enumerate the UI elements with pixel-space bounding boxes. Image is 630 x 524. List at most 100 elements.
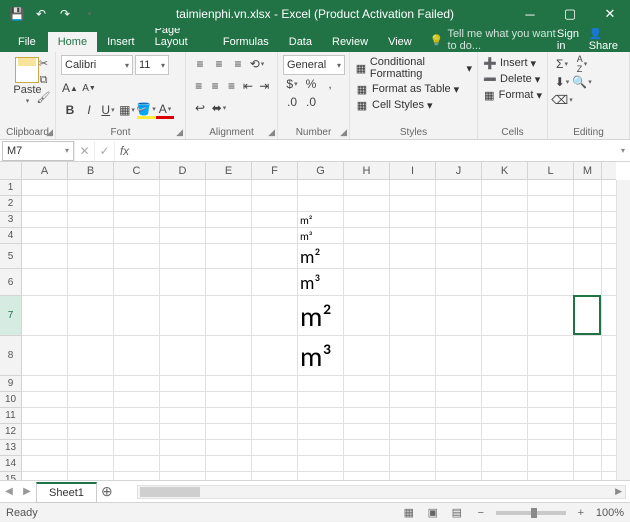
column-header[interactable]: A <box>22 162 68 179</box>
cell-value[interactable]: m³ <box>298 336 384 376</box>
row-header[interactable]: 15 <box>0 472 21 480</box>
zoom-slider[interactable] <box>496 511 566 515</box>
merge-center-icon[interactable]: ⬌ <box>210 99 228 117</box>
decrease-indent-icon[interactable]: ⇤ <box>240 77 255 95</box>
share-button[interactable]: 👤 Share <box>589 27 624 52</box>
find-select-icon[interactable]: 🔍 <box>573 73 591 91</box>
row-header[interactable]: 2 <box>0 196 21 212</box>
column-header[interactable]: G <box>298 162 344 179</box>
spreadsheet-grid[interactable]: m²m³m²m³m²m³ <box>22 180 616 480</box>
sort-filter-icon[interactable]: AZ <box>573 55 591 73</box>
column-header[interactable]: D <box>160 162 206 179</box>
cell-value[interactable]: m² <box>298 296 384 336</box>
column-header[interactable]: B <box>68 162 114 179</box>
increase-decimal-icon[interactable]: .0 <box>283 93 301 111</box>
column-header[interactable]: K <box>482 162 528 179</box>
increase-indent-icon[interactable]: ⇥ <box>257 77 272 95</box>
select-all-button[interactable] <box>0 162 22 180</box>
cell-value[interactable]: m³ <box>298 269 384 296</box>
font-size-combo[interactable]: 11▾ <box>135 55 169 75</box>
enter-formula-icon[interactable]: ✓ <box>94 141 114 161</box>
borders-icon[interactable]: ▦ <box>118 101 136 119</box>
underline-button[interactable]: U <box>99 101 117 119</box>
align-right-icon[interactable]: ≡ <box>224 77 239 95</box>
number-format-combo[interactable]: General▾ <box>283 55 345 75</box>
conditional-formatting-button[interactable]: ▦Conditional Formatting ▾ <box>355 55 472 81</box>
row-header[interactable]: 7 <box>0 296 21 336</box>
row-header[interactable]: 5 <box>0 244 21 269</box>
column-header[interactable]: L <box>528 162 574 179</box>
cell-value[interactable]: m² <box>298 244 384 269</box>
number-launcher-icon[interactable]: ◢ <box>340 127 347 138</box>
tab-review[interactable]: Review <box>322 32 378 52</box>
cancel-formula-icon[interactable]: ✕ <box>74 141 94 161</box>
cell-value[interactable]: m² <box>298 212 384 228</box>
zoom-out-button[interactable]: − <box>472 505 490 521</box>
font-launcher-icon[interactable]: ◢ <box>176 127 183 138</box>
qat-customize-icon[interactable] <box>78 3 100 25</box>
align-middle-icon[interactable]: ≡ <box>210 55 228 73</box>
format-cells-button[interactable]: ▦Format ▾ <box>483 87 542 103</box>
sheet-tab[interactable]: Sheet1 <box>36 482 97 503</box>
tab-insert[interactable]: Insert <box>97 32 145 52</box>
alignment-launcher-icon[interactable]: ◢ <box>268 127 275 138</box>
tab-file[interactable]: File <box>6 32 48 52</box>
accounting-format-icon[interactable]: $ <box>283 75 301 93</box>
row-header[interactable]: 14 <box>0 456 21 472</box>
align-bottom-icon[interactable]: ≡ <box>229 55 247 73</box>
insert-function-icon[interactable]: fx <box>114 141 134 161</box>
tab-formulas[interactable]: Formulas <box>213 32 279 52</box>
vertical-scrollbar[interactable] <box>616 180 630 480</box>
cell-value[interactable]: m³ <box>298 228 384 244</box>
sign-in-link[interactable]: Sign in <box>557 28 583 52</box>
fill-icon[interactable]: ⬇ <box>553 73 571 91</box>
format-as-table-button[interactable]: ▦Format as Table ▾ <box>355 81 472 97</box>
redo-icon[interactable]: ↷ <box>54 3 76 25</box>
bold-button[interactable]: B <box>61 101 79 119</box>
cell-styles-button[interactable]: ▦Cell Styles ▾ <box>355 97 472 113</box>
italic-button[interactable]: I <box>80 101 98 119</box>
row-header[interactable]: 12 <box>0 424 21 440</box>
clear-icon[interactable]: ⌫ <box>553 91 571 109</box>
row-header[interactable]: 9 <box>0 376 21 392</box>
sheet-nav-prev-icon[interactable]: ◀ <box>0 486 18 497</box>
horizontal-scrollbar[interactable]: ▶ <box>137 485 626 499</box>
page-layout-view-icon[interactable]: ▣ <box>424 505 442 521</box>
column-header[interactable]: J <box>436 162 482 179</box>
column-header[interactable]: H <box>344 162 390 179</box>
orientation-icon[interactable]: ⟲ <box>248 55 266 73</box>
sheet-nav-next-icon[interactable]: ▶ <box>18 486 36 497</box>
align-top-icon[interactable]: ≡ <box>191 55 209 73</box>
percent-format-icon[interactable]: % <box>302 75 320 93</box>
maximize-button[interactable]: ▢ <box>550 0 590 28</box>
wrap-text-icon[interactable]: ↩ <box>191 99 209 117</box>
undo-icon[interactable]: ↶ <box>30 3 52 25</box>
column-header[interactable]: E <box>206 162 252 179</box>
column-header[interactable]: I <box>390 162 436 179</box>
fill-color-icon[interactable]: 🪣 <box>137 101 155 119</box>
name-box[interactable]: M7▾ <box>2 141 74 161</box>
zoom-in-button[interactable]: + <box>572 505 590 521</box>
row-header[interactable]: 6 <box>0 269 21 296</box>
new-sheet-button[interactable]: ⊕ <box>97 483 117 500</box>
align-center-icon[interactable]: ≡ <box>207 77 222 95</box>
comma-format-icon[interactable]: , <box>321 75 339 93</box>
insert-cells-button[interactable]: ➕Insert ▾ <box>483 55 542 71</box>
decrease-font-icon[interactable]: A▼ <box>80 79 98 97</box>
column-header[interactable]: M <box>574 162 602 179</box>
column-header[interactable]: F <box>252 162 298 179</box>
row-header[interactable]: 10 <box>0 392 21 408</box>
formula-input[interactable] <box>134 141 616 161</box>
row-header[interactable]: 3 <box>0 212 21 228</box>
column-header[interactable]: C <box>114 162 160 179</box>
align-left-icon[interactable]: ≡ <box>191 77 206 95</box>
row-header[interactable]: 13 <box>0 440 21 456</box>
expand-formula-icon[interactable]: ▾ <box>616 146 630 155</box>
font-name-combo[interactable]: Calibri▾ <box>61 55 133 75</box>
normal-view-icon[interactable]: ▦ <box>400 505 418 521</box>
autosum-icon[interactable]: Σ <box>553 55 571 73</box>
tell-me-input[interactable]: 💡Tell me what you want to do... <box>430 28 557 52</box>
format-painter-icon[interactable]: 🖌 <box>36 90 51 105</box>
row-header[interactable]: 4 <box>0 228 21 244</box>
increase-font-icon[interactable]: A▲ <box>61 79 79 97</box>
